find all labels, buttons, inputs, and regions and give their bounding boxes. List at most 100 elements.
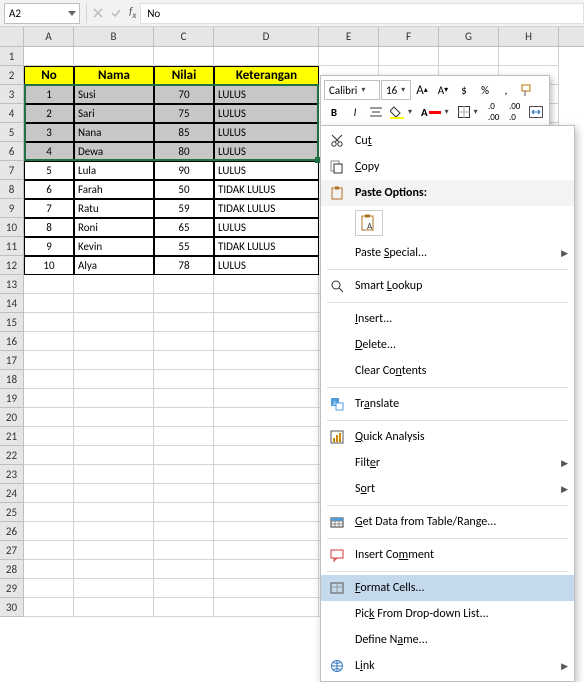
- cell[interactable]: [154, 579, 214, 598]
- cell[interactable]: [24, 408, 74, 427]
- cell[interactable]: 59: [154, 199, 214, 218]
- cell[interactable]: [214, 484, 319, 503]
- cell[interactable]: [154, 598, 214, 617]
- cell[interactable]: [74, 579, 154, 598]
- cell[interactable]: LULUS: [214, 218, 319, 237]
- cell[interactable]: [24, 313, 74, 332]
- row-header[interactable]: 15: [0, 313, 24, 332]
- cell[interactable]: Nama: [74, 66, 154, 85]
- row-header[interactable]: 29: [0, 579, 24, 598]
- cell[interactable]: [214, 465, 319, 484]
- row-header[interactable]: 6: [0, 142, 24, 161]
- ctx-sort[interactable]: Sort▶: [321, 476, 574, 502]
- cell[interactable]: [214, 503, 319, 522]
- cell[interactable]: [214, 47, 319, 66]
- cell[interactable]: TIDAK LULUS: [214, 199, 319, 218]
- cell[interactable]: [74, 465, 154, 484]
- cell[interactable]: [24, 294, 74, 313]
- cell[interactable]: 1: [24, 85, 74, 104]
- cell[interactable]: 7: [24, 199, 74, 218]
- cell[interactable]: 70: [154, 85, 214, 104]
- row-header[interactable]: 27: [0, 541, 24, 560]
- cell[interactable]: 85: [154, 123, 214, 142]
- row-header[interactable]: 23: [0, 465, 24, 484]
- font-name-selector[interactable]: Calibri▾: [324, 80, 380, 100]
- row-header[interactable]: 18: [0, 370, 24, 389]
- increase-font-icon[interactable]: A▴: [412, 80, 432, 100]
- ctx-get-data[interactable]: Get Data from Table/Range...: [321, 509, 574, 535]
- col-header-B[interactable]: B: [74, 27, 154, 46]
- cell[interactable]: 65: [154, 218, 214, 237]
- cell[interactable]: [214, 427, 319, 446]
- cell[interactable]: [214, 313, 319, 332]
- row-header[interactable]: 28: [0, 560, 24, 579]
- fill-color-icon[interactable]: ▾: [387, 102, 417, 122]
- select-all-corner[interactable]: [0, 27, 24, 46]
- cell[interactable]: [24, 579, 74, 598]
- row-header[interactable]: 25: [0, 503, 24, 522]
- row-header[interactable]: 19: [0, 389, 24, 408]
- cell[interactable]: 90: [154, 161, 214, 180]
- row-header[interactable]: 12: [0, 256, 24, 275]
- cell[interactable]: [214, 294, 319, 313]
- cell[interactable]: [24, 484, 74, 503]
- cell[interactable]: Susi: [74, 85, 154, 104]
- cell[interactable]: LULUS: [214, 161, 319, 180]
- name-box-dropdown-icon[interactable]: [68, 11, 76, 17]
- cell[interactable]: [154, 294, 214, 313]
- ctx-link[interactable]: Link▶: [321, 653, 574, 679]
- format-painter-icon[interactable]: [517, 80, 537, 100]
- cell[interactable]: TIDAK LULUS: [214, 180, 319, 199]
- cell[interactable]: 78: [154, 256, 214, 275]
- cell[interactable]: [24, 503, 74, 522]
- cell[interactable]: No: [24, 66, 74, 85]
- cell[interactable]: Sari: [74, 104, 154, 123]
- ctx-filter[interactable]: Filter▶: [321, 450, 574, 476]
- cell[interactable]: [214, 560, 319, 579]
- font-size-selector[interactable]: 16▾: [381, 80, 411, 100]
- borders-icon[interactable]: ▾: [455, 102, 483, 122]
- cell[interactable]: [214, 446, 319, 465]
- cell[interactable]: 2: [24, 104, 74, 123]
- row-header[interactable]: 3: [0, 85, 24, 104]
- cell[interactable]: [154, 313, 214, 332]
- cell[interactable]: [214, 579, 319, 598]
- cell[interactable]: [214, 370, 319, 389]
- formula-bar[interactable]: No: [140, 3, 584, 24]
- cell[interactable]: 75: [154, 104, 214, 123]
- row-header[interactable]: 14: [0, 294, 24, 313]
- cell[interactable]: Dewa: [74, 142, 154, 161]
- cell[interactable]: [74, 294, 154, 313]
- cell[interactable]: [24, 427, 74, 446]
- cell[interactable]: Farah: [74, 180, 154, 199]
- row-header[interactable]: 10: [0, 218, 24, 237]
- row-header[interactable]: 13: [0, 275, 24, 294]
- row-header[interactable]: 8: [0, 180, 24, 199]
- ctx-define-name[interactable]: Define Name...: [321, 627, 574, 653]
- ctx-cut[interactable]: Cut: [321, 128, 574, 154]
- ctx-paste-special[interactable]: Paste Special...▶: [321, 240, 574, 266]
- ctx-copy[interactable]: Copy: [321, 154, 574, 180]
- cell[interactable]: Ratu: [74, 199, 154, 218]
- cell[interactable]: [154, 47, 214, 66]
- align-center-icon[interactable]: [366, 102, 386, 122]
- paste-default-icon[interactable]: A: [355, 210, 383, 236]
- row-header[interactable]: 4: [0, 104, 24, 123]
- cell[interactable]: [74, 370, 154, 389]
- cell[interactable]: 9: [24, 237, 74, 256]
- cell[interactable]: [74, 313, 154, 332]
- cell[interactable]: [154, 560, 214, 579]
- fx-icon[interactable]: fx: [129, 5, 136, 21]
- cell[interactable]: [74, 503, 154, 522]
- cell[interactable]: [154, 522, 214, 541]
- comma-format-button[interactable]: ,: [496, 80, 516, 100]
- merge-center-icon[interactable]: [526, 102, 546, 122]
- cell[interactable]: [74, 332, 154, 351]
- cell[interactable]: [24, 522, 74, 541]
- row-header[interactable]: 24: [0, 484, 24, 503]
- cell[interactable]: Keterangan: [214, 66, 319, 85]
- cell[interactable]: [214, 522, 319, 541]
- cell[interactable]: [214, 332, 319, 351]
- cell[interactable]: [24, 560, 74, 579]
- cell[interactable]: [74, 484, 154, 503]
